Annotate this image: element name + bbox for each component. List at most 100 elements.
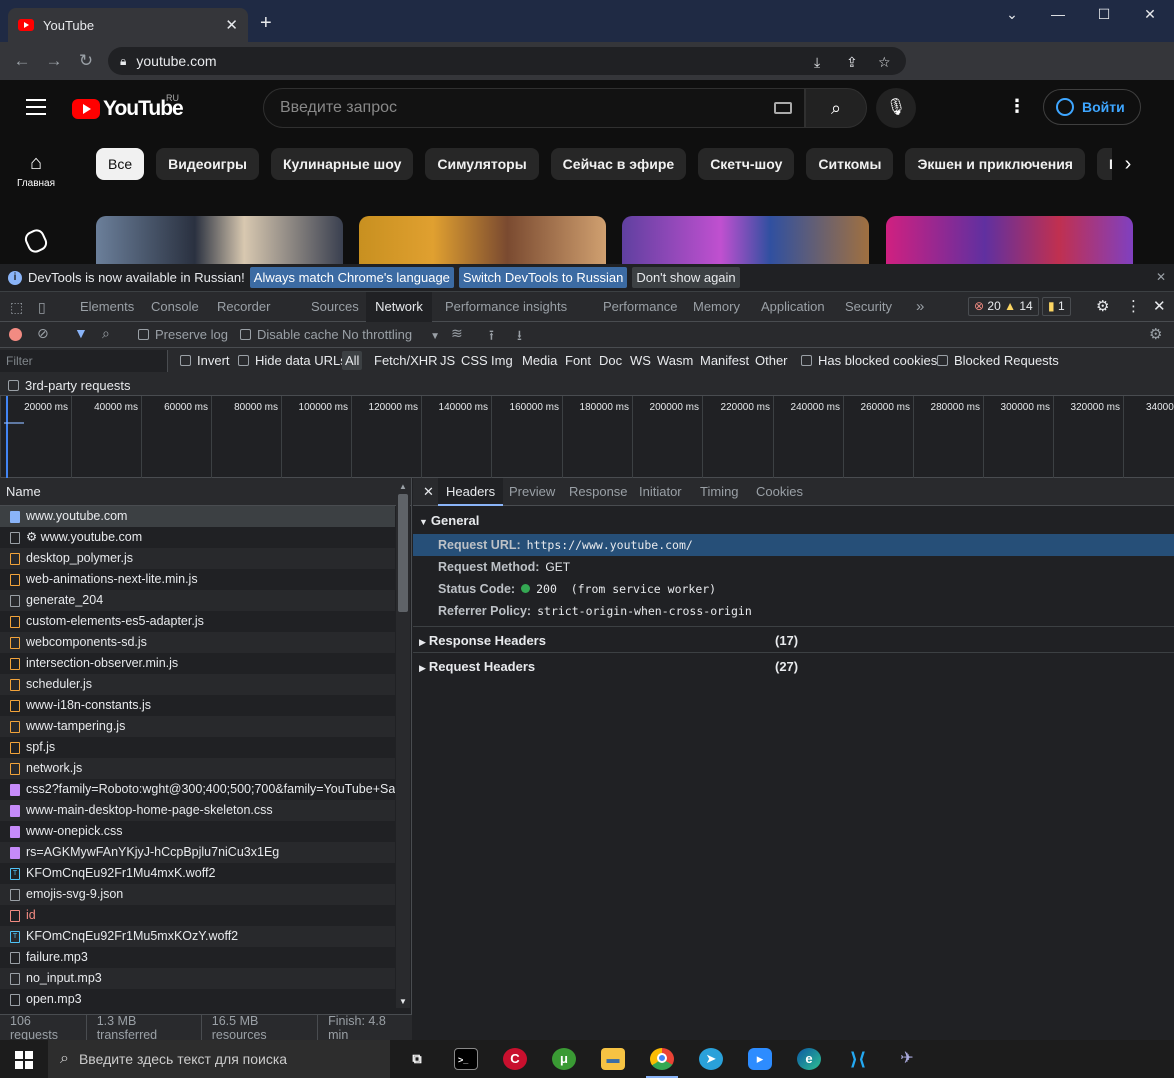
type-filter-wasm[interactable]: Wasm [657, 353, 693, 368]
filter-input[interactable]: Filter [0, 350, 168, 372]
task-view-icon[interactable]: ⧉ [405, 1048, 429, 1070]
request-url-row[interactable]: Request URL: https://www.youtube.com/ [413, 534, 1174, 556]
request-row[interactable]: www-onepick.css [0, 821, 395, 842]
keyboard-icon[interactable] [774, 102, 792, 114]
login-button[interactable]: Войти [1043, 89, 1141, 125]
video-thumbnail[interactable] [359, 216, 606, 264]
search-button[interactable]: ⌕ [805, 88, 867, 128]
scrollbar-thumb[interactable] [398, 494, 408, 612]
settings-dots-icon[interactable]: ⋮ [1008, 96, 1026, 117]
tab-sources[interactable]: Sources [303, 292, 367, 322]
install-icon[interactable]: ⤓ [814, 54, 820, 71]
video-thumbnail[interactable] [886, 216, 1133, 264]
taskbar-search-input[interactable]: ⌕ Введите здесь текст для поиска [48, 1040, 390, 1078]
more-tabs-icon[interactable]: » [908, 292, 932, 322]
switch-language-button[interactable]: Switch DevTools to Russian [458, 267, 628, 288]
general-section-toggle[interactable]: ▼ General [419, 513, 479, 528]
tab-headers[interactable]: Headers [438, 478, 504, 506]
edge-icon[interactable]: e [797, 1048, 821, 1070]
network-settings-gear-icon[interactable]: ⚙ [1149, 325, 1162, 343]
video-thumbnail[interactable] [622, 216, 869, 264]
type-filter-css[interactable]: CSS [461, 353, 488, 368]
utorrent-icon[interactable]: μ [552, 1048, 576, 1070]
chevron-right-icon[interactable]: › [1112, 148, 1144, 180]
record-icon[interactable] [9, 328, 22, 341]
app-icon[interactable]: C [503, 1048, 527, 1070]
tab-network[interactable]: Network [366, 292, 432, 322]
share-icon[interactable]: ⇪ [846, 54, 858, 71]
windows-start-icon[interactable] [15, 1051, 33, 1069]
inspect-element-icon[interactable]: ⬚ [2, 292, 31, 322]
chip[interactable]: Все [96, 148, 145, 180]
zoom-icon[interactable]: ▸ [748, 1048, 772, 1070]
request-row[interactable]: network.js [0, 758, 395, 779]
close-infobar-icon[interactable]: ✕ [1156, 270, 1166, 284]
request-row[interactable]: no_input.mp3 [0, 968, 395, 989]
status-code-row[interactable]: Status Code: 200 (from service worker) [413, 578, 1174, 600]
app-icon[interactable]: ✈ [895, 1048, 919, 1070]
tab-close-icon[interactable]: ✕ [225, 16, 238, 34]
blocked-requests-checkbox[interactable]: Blocked Requests [937, 353, 1059, 368]
request-row[interactable]: rs=AGKMywFAnYKjyJ-hCcpBpjlu7niCu3x1Eg [0, 842, 395, 863]
chip[interactable]: Экшен и приключения [905, 148, 1085, 180]
tab-recorder[interactable]: Recorder [209, 292, 278, 322]
request-row[interactable]: custom-elements-es5-adapter.js [0, 611, 395, 632]
type-filter-ws[interactable]: WS [630, 353, 651, 368]
tab-response[interactable]: Response [561, 478, 636, 506]
request-row[interactable]: spf.js [0, 737, 395, 758]
tab-application[interactable]: Application [753, 292, 833, 322]
request-row[interactable]: www-tampering.js [0, 716, 395, 737]
request-row[interactable]: intersection-observer.min.js [0, 653, 395, 674]
chip[interactable]: Кулинарные шоу [271, 148, 414, 180]
file-explorer-icon[interactable]: ▬ [601, 1048, 625, 1070]
sidebar-item-home[interactable]: ⌂ Главная [0, 152, 72, 189]
type-filter-all[interactable]: All [342, 351, 363, 370]
request-row[interactable]: failure.mp3 [0, 947, 395, 968]
network-conditions-icon[interactable]: ≋ [451, 325, 463, 342]
match-language-button[interactable]: Always match Chrome's language [249, 267, 454, 288]
telegram-icon[interactable]: ➤ [699, 1048, 723, 1070]
tab-elements[interactable]: Elements [72, 292, 142, 322]
tab-security[interactable]: Security [837, 292, 900, 322]
chevron-down-icon[interactable]: ⌄ [997, 6, 1027, 23]
request-row[interactable]: web-animations-next-lite.min.js [0, 569, 395, 590]
tab-preview[interactable]: Preview [501, 478, 563, 506]
youtube-search-input[interactable]: Введите запрос [263, 88, 805, 128]
type-filter-js[interactable]: JS [440, 353, 455, 368]
request-row[interactable]: scheduler.js [0, 674, 395, 695]
clear-icon[interactable]: ⊘ [37, 325, 49, 342]
tab-timing[interactable]: Timing [692, 478, 747, 506]
request-row[interactable]: www-main-desktop-home-page-skeleton.css [0, 800, 395, 821]
terminal-icon[interactable]: >_ [454, 1048, 478, 1070]
dont-show-again-button[interactable]: Don't show again [632, 267, 740, 288]
throttling-select[interactable]: No throttling ▼ [342, 327, 440, 342]
forward-icon[interactable]: → [38, 51, 70, 71]
type-filter-fetch[interactable]: Fetch/XHR [374, 353, 438, 368]
tab-initiator[interactable]: Initiator [631, 478, 690, 506]
device-toolbar-icon[interactable]: ▯ [30, 292, 54, 322]
export-har-icon[interactable]: ⭳ [517, 325, 522, 349]
maximize-icon[interactable]: ☐ [1089, 6, 1119, 23]
type-filter-other[interactable]: Other [755, 353, 788, 368]
network-overview-timeline[interactable]: 20000 ms 40000 ms 60000 ms 80000 ms 1000… [0, 396, 1174, 478]
scroll-up-icon[interactable]: ▲ [399, 482, 407, 491]
chip[interactable]: Видеоигры [156, 148, 260, 180]
request-headers-toggle[interactable]: ▶ Request Headers [419, 659, 535, 674]
shorts-icon[interactable] [22, 226, 50, 256]
tab-performance-insights[interactable]: Performance insights [437, 292, 575, 322]
type-filter-img[interactable]: Img [491, 353, 513, 368]
request-row[interactable]: desktop_polymer.js [0, 548, 395, 569]
chip[interactable]: Симуляторы [425, 148, 539, 180]
new-tab-button[interactable]: + [260, 12, 272, 35]
filter-icon[interactable]: ▼ [74, 325, 88, 341]
chrome-icon[interactable] [650, 1048, 674, 1070]
type-filter-doc[interactable]: Doc [599, 353, 622, 368]
request-method-row[interactable]: Request Method: GET [413, 556, 1174, 578]
tab-performance[interactable]: Performance [595, 292, 685, 322]
request-row[interactable]: webcomponents-sd.js [0, 632, 395, 653]
tab-cookies[interactable]: Cookies [748, 478, 811, 506]
settings-gear-icon[interactable]: ⚙ [1088, 292, 1117, 322]
request-row[interactable]: T KFOmCnqEu92Fr1Mu5mxKOzY.woff2 [0, 926, 395, 947]
vscode-icon[interactable]: ⟩⟨ [846, 1048, 870, 1070]
youtube-logo[interactable]: YouTube RU [72, 93, 184, 121]
